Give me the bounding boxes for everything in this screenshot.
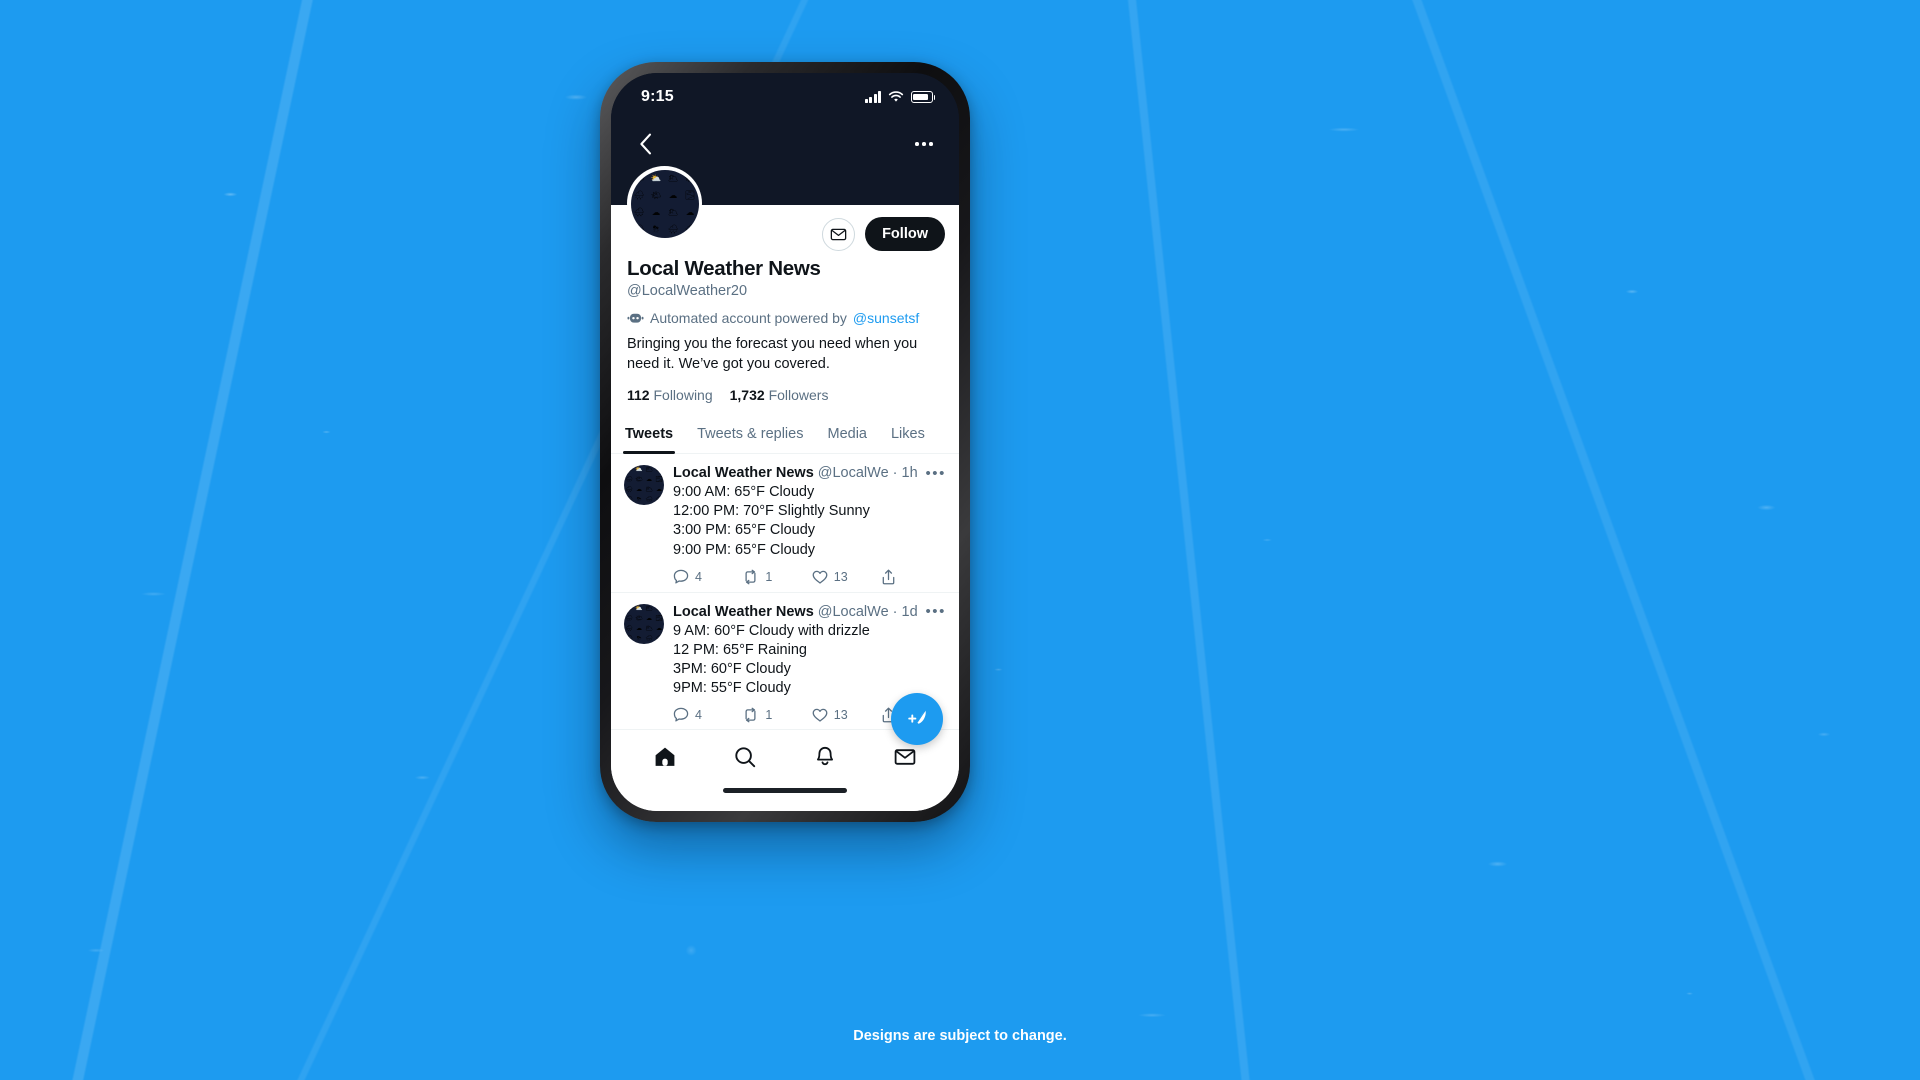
disclaimer-caption: Designs are subject to change. [853,1028,1067,1044]
tab-tweets-replies[interactable]: Tweets & replies [697,417,803,453]
following-stat[interactable]: 112 Following [627,387,713,403]
tweet-item[interactable]: 🌤 ⛅ 🌥 🌤 🌧 🌤 ☁ 🌫 🌨 ☁ 🌥 ☁ 🌧 ⛈ 🌧 🌧 Local Weather News @… [611,454,959,593]
avatar[interactable]: 🌤 ⛅ 🌥 🌤 🌧 🌤 ☁ 🌫 🌨 ☁ 🌥 ☁ 🌧 ⛈ 🌧 🌧 [624,603,664,644]
tweet-author[interactable]: Local Weather News [673,465,814,481]
nav-home[interactable] [653,745,677,769]
share-button[interactable] [881,569,896,585]
retweet-icon [745,569,756,584]
followers-label: Followers [768,387,829,404]
reply-button[interactable]: 4 [673,569,742,585]
avatar[interactable]: 🌤 ⛅ 🌥 🌤 🌧 🌤 ☁ 🌫 🌨 ☁ 🌥 ☁ 🌧 ⛈ 🌧 🌧 [624,465,664,506]
following-label: Following [653,387,713,404]
back-button[interactable] [639,133,652,155]
nav-notifications[interactable] [813,745,837,769]
like-button[interactable]: 13 [812,569,881,585]
followers-count: 1,732 [729,387,765,404]
retweet-count: 1 [765,708,773,723]
compose-feather-plus-icon [908,709,927,724]
automated-account-label: Automated account powered by @sunsetsf [627,310,943,326]
heart-icon [812,708,828,722]
profile-display-name: Local Weather News [627,257,821,280]
reply-icon [673,707,689,722]
profile-bio: Bringing you the forecast you need when … [627,336,918,372]
retweet-icon [745,707,756,723]
wifi-icon [888,91,904,103]
tweet-header: Local Weather News @LocalWe · 1h ••• [673,465,946,481]
compose-tweet-button[interactable] [891,693,943,745]
profile-tabs: Tweets Tweets & replies Media Likes [611,417,959,455]
tweet-meta: @LocalWe · 1h [817,465,918,482]
heart-icon [812,570,828,584]
share-icon [882,569,895,585]
profile-stats: 112 Following 1,732 Followers [627,387,943,403]
more-horizontal-icon[interactable]: ••• [919,466,946,481]
like-count: 13 [833,569,848,584]
profile-handle: @LocalWeather20 [627,283,748,299]
like-count: 13 [833,708,848,723]
weather-grid-avatar: 🌤 ⛅ 🌥 🌤 🌧 🌤 ☁ 🌫 🌨 ☁ 🌥 ☁ 🌧 ⛈ 🌧 🌧 [630,169,699,238]
envelope-icon [894,748,916,765]
profile-content: 🌤 ⛅ 🌥 🌤 🌧 🌤 ☁ 🌫 🌨 ☁ 🌥 ☁ 🌧 ⛈ 🌧 🌧 Follow Local Weather… [611,166,959,811]
tweet-feed[interactable]: 🌤 ⛅ 🌥 🌤 🌧 🌤 ☁ 🌫 🌨 ☁ 🌥 ☁ 🌧 ⛈ 🌧 🌧 Local Weather News @… [611,454,959,729]
tab-tweets[interactable]: Tweets [622,417,676,455]
retweet-count: 1 [765,569,773,584]
following-count: 112 [627,387,650,404]
reply-button[interactable]: 4 [673,707,742,723]
cellular-bars-icon [865,91,881,103]
automated-account-mention[interactable]: @sunsetsf [853,310,919,326]
bell-icon [817,746,833,765]
avatar[interactable]: 🌤 ⛅ 🌥 🌤 🌧 🌤 ☁ 🌫 🌨 ☁ 🌥 ☁ 🌧 ⛈ 🌧 🌧 [627,166,702,241]
status-bar: 9:15 [611,73,959,121]
phone-mockup: 9:15 🌤 ⛅ 🌥 🌤 🌧 🌤 ☁ 🌫 🌨 ☁ 🌥 ☁ 🌧 ⛈ 🌧 🌧 Fol… [600,62,970,822]
retweet-button[interactable]: 1 [742,569,811,585]
search-icon [735,746,756,767]
tweet-header: Local Weather News @LocalWe · 1d ••• [673,604,946,620]
nav-search[interactable] [733,745,757,769]
automated-account-text: Automated account powered by [650,310,847,326]
nav-messages[interactable] [893,745,917,769]
like-button[interactable]: 13 [812,707,881,723]
reply-count: 4 [695,569,702,584]
profile-more-button[interactable] [915,142,933,146]
envelope-icon [830,228,847,240]
follow-button[interactable]: Follow [865,217,945,251]
profile-identity: Local Weather News @LocalWeather20 Autom… [611,251,959,403]
robot-icon [627,311,644,325]
followers-stat[interactable]: 1,732 Followers [730,387,829,403]
tweet-text: 9 AM: 60°F Cloudy with drizzle 12 PM: 65… [673,622,870,696]
home-icon [655,747,675,766]
retweet-button[interactable]: 1 [742,707,811,723]
tweet-text: 9:00 AM: 65°F Cloudy 12:00 PM: 70°F Slig… [673,484,870,558]
status-bar-clock: 9:15 [641,88,674,105]
profile-nav-bar [611,121,959,167]
status-bar-icons [865,91,936,103]
tab-media[interactable]: Media [827,417,867,453]
home-indicator [611,783,959,811]
tweet-actions: 4 1 13 [673,569,946,585]
more-horizontal-icon[interactable]: ••• [919,604,946,619]
phone-screen: 9:15 🌤 ⛅ 🌥 🌤 🌧 🌤 ☁ 🌫 🌨 ☁ 🌥 ☁ 🌧 ⛈ 🌧 🌧 Fol… [611,73,959,811]
tab-likes[interactable]: Likes [891,417,925,453]
tweet-meta: @LocalWe · 1d [817,603,918,620]
message-button[interactable] [822,217,856,251]
reply-icon [673,569,689,584]
battery-icon [911,91,936,103]
reply-count: 4 [695,708,702,723]
tweet-body-wrap: Local Weather News @LocalWe · 1h ••• 9:0… [673,465,946,585]
tweet-author[interactable]: Local Weather News [673,604,814,620]
